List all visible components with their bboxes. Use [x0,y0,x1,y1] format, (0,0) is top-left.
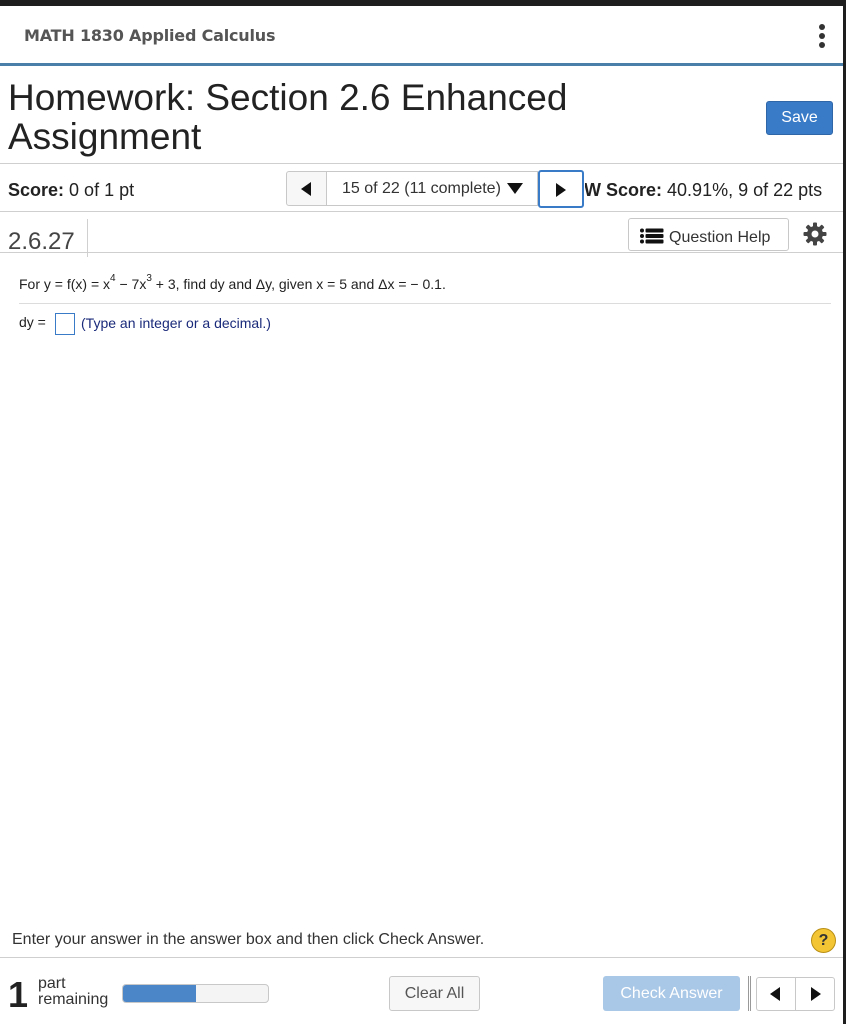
instructions-text: Enter your answer in the answer box and … [12,931,485,948]
score-value: 0 of 1 pt [69,180,135,200]
hw-score: HW Score: 40.91%, 9 of 22 pts [585,180,822,201]
hw-score-container: HW Score: 40.91%, 9 of 22 pts [585,176,841,206]
course-header: MATH 1830 Applied Calculus [0,6,843,66]
course-title: MATH 1830 Applied Calculus [24,26,276,45]
parts-remaining-count: 1 [8,974,29,1015]
dy-answer-input[interactable] [55,313,75,335]
triangle-right-icon [556,183,566,197]
divider [0,211,843,212]
divider [0,252,843,253]
triangle-down-icon [506,183,523,194]
parts-progress-bar [122,984,269,1003]
question-score: Score: 0 of 1 pt [8,180,134,201]
separator [748,976,751,1011]
answer-label: dy = [19,314,46,330]
question-prompt: For y = f(x) = x4 − 7x3 + 3, find dy and… [19,273,446,292]
parts-label-line: part [38,975,66,992]
question-help-label: Question Help [669,229,771,246]
answer-hint: (Type an integer or a decimal.) [81,315,271,331]
check-answer-button[interactable]: Check Answer [603,976,740,1011]
help-question-icon[interactable]: ? [811,928,836,953]
previous-part-button[interactable] [756,977,796,1011]
clear-all-button[interactable]: Clear All [389,976,480,1011]
hw-score-value: 40.91%, 9 of 22 pts [667,180,823,200]
progress-fill [123,985,196,1002]
answer-row: dy = (Type an integer or a decimal.) [19,313,271,335]
question-help-button[interactable]: Question Help [628,218,789,251]
more-options-kebab-icon[interactable] [812,24,832,50]
next-question-button[interactable] [538,170,584,208]
prompt-text: For y = f(x) = x [19,276,111,292]
prompt-text: − 7x [115,276,147,292]
next-part-button[interactable] [795,977,835,1011]
homework-title: Homework: Section 2.6 Enhanced Assignmen… [8,77,568,157]
homework-page: MATH 1830 Applied Calculus Homework: Sec… [0,6,843,1024]
hw-score-label: HW Score: [585,180,663,200]
question-selector-dropdown[interactable]: 15 of 22 (11 complete) [326,171,538,206]
previous-question-button[interactable] [286,171,327,206]
triangle-left-icon [301,182,311,196]
question-selector-label: 15 of 22 (11 complete) [342,180,501,197]
triangle-left-icon [770,987,780,1001]
parts-label-line: remaining [38,991,109,1008]
parts-remaining-label: part remaining [38,976,108,1008]
divider [19,303,831,304]
divider [0,957,843,958]
prompt-exponent: 3 [146,273,152,284]
divider [0,163,843,164]
save-button[interactable]: Save [766,101,833,135]
score-label: Score: [8,180,65,200]
prompt-text: + 3, find dy and Δy, given x = 5 and Δx … [151,276,446,292]
prompt-exponent: 4 [110,273,116,284]
triangle-right-icon [811,987,821,1001]
list-icon [640,228,664,244]
gear-icon[interactable] [803,222,827,246]
